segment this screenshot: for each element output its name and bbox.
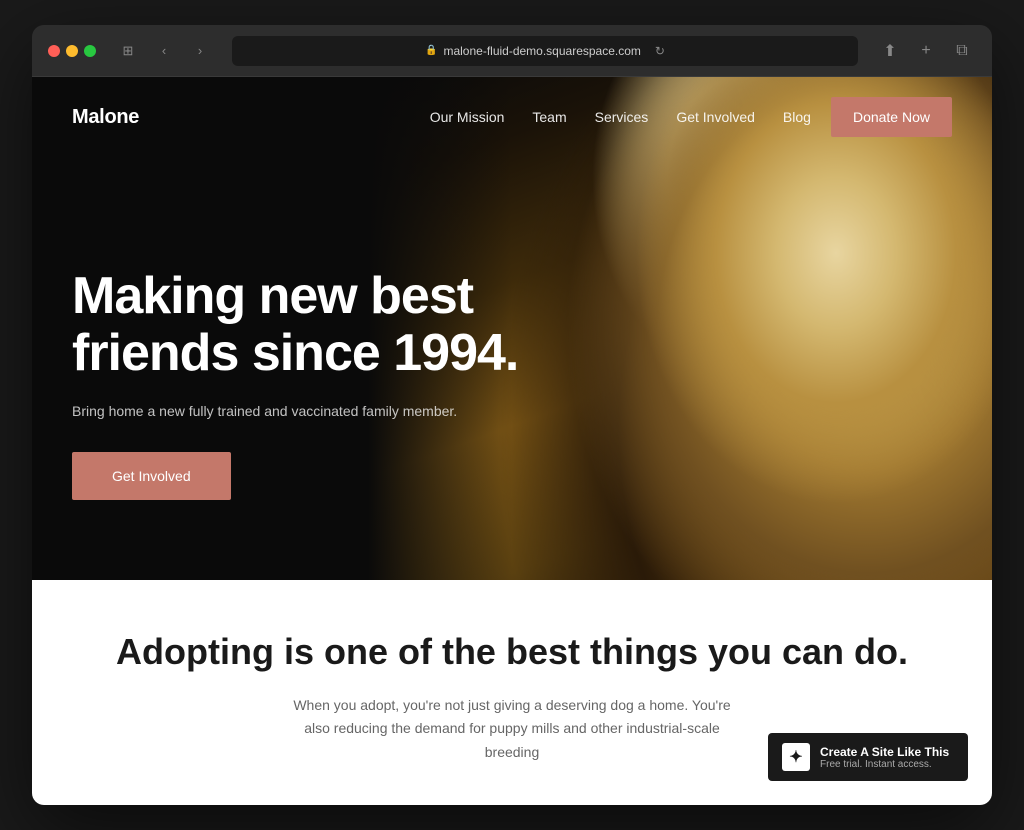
traffic-lights <box>48 45 96 57</box>
address-bar[interactable]: 🔒 malone-fluid-demo.squarespace.com ↻ <box>232 36 858 66</box>
new-tab-button[interactable]: + <box>912 37 940 65</box>
squarespace-logo-icon: ✦ <box>782 743 810 771</box>
traffic-light-green[interactable] <box>84 45 96 57</box>
nav-link-services[interactable]: Services <box>595 109 649 125</box>
traffic-light-red[interactable] <box>48 45 60 57</box>
browser-chrome: ⊞ ‹ › 🔒 malone-fluid-demo.squarespace.co… <box>32 25 992 77</box>
hero-title: Making new best friends since 1994. <box>72 268 532 382</box>
tabs-button[interactable]: ⧉ <box>948 37 976 65</box>
squarespace-badge[interactable]: ✦ Create A Site Like This Free trial. In… <box>768 733 968 781</box>
hero-subtitle: Bring home a new fully trained and vacci… <box>72 400 532 422</box>
squarespace-icon: ✦ <box>789 747 802 767</box>
bottom-title: Adopting is one of the best things you c… <box>72 630 952 673</box>
nav-link-blog[interactable]: Blog <box>783 109 811 125</box>
browser-controls: ⊞ ‹ › <box>114 37 214 65</box>
nav-link-team[interactable]: Team <box>532 109 566 125</box>
nav-link-our-mission[interactable]: Our Mission <box>430 109 505 125</box>
bottom-section: Adopting is one of the best things you c… <box>32 580 992 805</box>
nav-links: Our Mission Team Services Get Involved B… <box>430 109 811 125</box>
site-logo[interactable]: Malone <box>72 106 139 129</box>
bottom-body: When you adopt, you're not just giving a… <box>292 694 732 765</box>
url-text: malone-fluid-demo.squarespace.com <box>443 44 640 58</box>
nav-link-get-involved[interactable]: Get Involved <box>676 109 755 125</box>
hero-section: Malone Our Mission Team Services Get Inv… <box>32 77 992 580</box>
website-content: Malone Our Mission Team Services Get Inv… <box>32 77 992 805</box>
squarespace-badge-title: Create A Site Like This <box>820 745 949 759</box>
donate-now-button[interactable]: Donate Now <box>831 97 952 137</box>
squarespace-badge-text: Create A Site Like This Free trial. Inst… <box>820 745 949 770</box>
navigation: Malone Our Mission Team Services Get Inv… <box>32 77 992 157</box>
sidebar-toggle-button[interactable]: ⊞ <box>114 37 142 65</box>
lock-icon: 🔒 <box>425 45 437 56</box>
back-button[interactable]: ‹ <box>150 37 178 65</box>
get-involved-button[interactable]: Get Involved <box>72 452 231 500</box>
hero-content: Making new best friends since 1994. Brin… <box>72 268 532 501</box>
forward-button[interactable]: › <box>186 37 214 65</box>
browser-actions: ⬆ + ⧉ <box>876 37 976 65</box>
browser-window: ⊞ ‹ › 🔒 malone-fluid-demo.squarespace.co… <box>32 25 992 805</box>
squarespace-badge-subtitle: Free trial. Instant access. <box>820 759 949 770</box>
share-button[interactable]: ⬆ <box>876 37 904 65</box>
reload-icon[interactable]: ↻ <box>655 44 665 58</box>
traffic-light-yellow[interactable] <box>66 45 78 57</box>
